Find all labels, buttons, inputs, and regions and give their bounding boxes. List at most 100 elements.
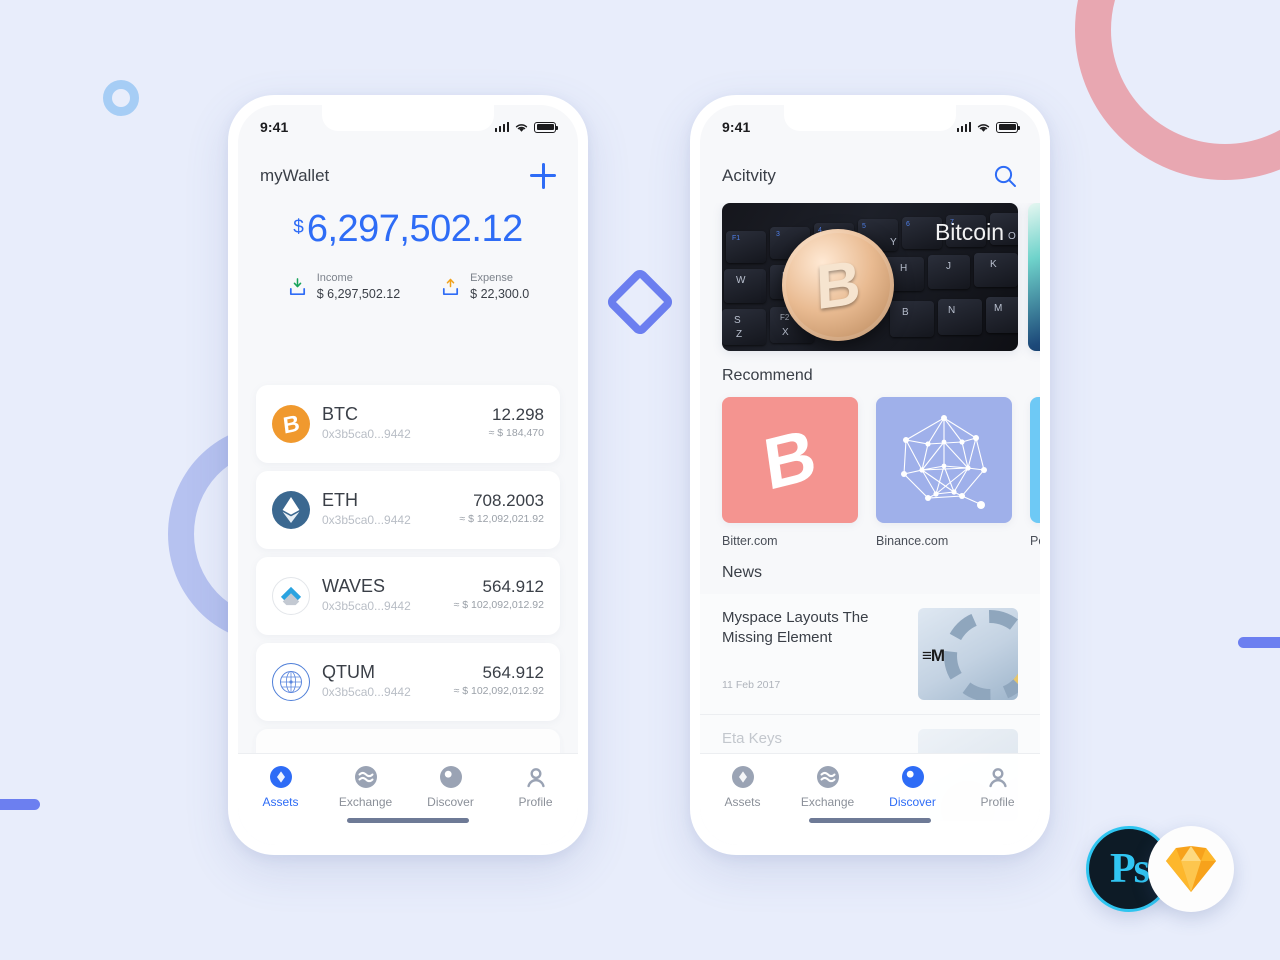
balance-amount: 6,297,502.12 xyxy=(306,208,523,250)
recommend-item-bitter[interactable]: B Bitter.com xyxy=(722,397,858,548)
recommend-label: Bitter.com xyxy=(722,534,778,548)
income-expense-row: Income $ 6,297,502.12 Expense $ 22,300.0 xyxy=(238,272,578,302)
tab-exchange[interactable]: Exchange xyxy=(323,764,408,809)
status-indicators xyxy=(494,121,558,133)
asset-meta-btc: BTC 0x3b5ca0...9442 xyxy=(322,404,489,443)
discover-compass-icon xyxy=(901,766,924,788)
diamond-assets-icon xyxy=(731,766,754,788)
profile-person-icon xyxy=(526,768,545,788)
asset-row-btc[interactable]: B BTC 0x3b5ca0...9442 12.298 ≈ $ 184,470 xyxy=(256,385,560,463)
discover-screen: 9:41 Acitvity W S F2 Z X H J K B N M Y O… xyxy=(700,105,1040,845)
recommend-label: Polon xyxy=(1030,534,1040,548)
tab-exchange[interactable]: Exchange xyxy=(785,764,870,809)
news-text: Eta Keys xyxy=(722,729,904,749)
recommend-label: Binance.com xyxy=(876,534,949,548)
wallet-header: myWallet xyxy=(238,149,578,203)
tab-profile[interactable]: Profile xyxy=(955,764,1040,809)
asset-meta-eth: ETH 0x3b5ca0...9442 xyxy=(322,490,459,529)
tab-label: Exchange xyxy=(338,795,393,809)
expense-summary: Expense $ 22,300.0 xyxy=(440,272,529,302)
tab-bar-discover: Assets Exchange Discover Profile xyxy=(700,753,1040,845)
tab-assets[interactable]: Assets xyxy=(238,764,323,809)
income-text: Income $ 6,297,502.12 xyxy=(317,272,400,302)
recommend-list: B Bitter.com Binance.com P xyxy=(700,397,1040,548)
search-icon[interactable] xyxy=(992,163,1018,189)
ethereum-coin-icon xyxy=(272,491,310,529)
income-summary: Income $ 6,297,502.12 xyxy=(287,272,400,302)
asset-address: 0x3b5ca0...9442 xyxy=(322,599,411,613)
banner-carousel[interactable]: W E S F2 Z X H J K B N M Y xyxy=(700,203,1040,351)
plus-icon[interactable] xyxy=(530,163,556,189)
recommend-item-poloniex[interactable]: Polon xyxy=(1030,397,1040,548)
asset-symbol: WAVES xyxy=(322,576,386,597)
tab-label: Exchange xyxy=(800,795,855,809)
tab-label: Profile xyxy=(980,795,1015,809)
tab-assets[interactable]: Assets xyxy=(700,764,785,809)
asset-list: B BTC 0x3b5ca0...9442 12.298 ≈ $ 184,470 xyxy=(256,385,560,815)
asset-fiat: ≈ $ 184,470 xyxy=(488,427,544,440)
currency-symbol: $ xyxy=(293,217,304,238)
income-download-icon xyxy=(289,277,305,295)
asset-row-waves[interactable]: WAVES 0x3b5ca0...9442 564.912 ≈ $ 102,09… xyxy=(256,557,560,635)
banner-caption: Bitcoin xyxy=(934,219,1004,245)
asset-meta-waves: WAVES 0x3b5ca0...9442 xyxy=(322,576,454,615)
tab-label: Profile xyxy=(518,795,553,809)
expense-label: Expense xyxy=(470,272,513,284)
network-mesh-icon xyxy=(876,397,1012,523)
tab-bar-wallet: Assets Exchange Discover Profile xyxy=(238,753,578,845)
asset-row-qtum[interactable]: QTUM 0x3b5ca0...9442 564.912 ≈ $ 102,092… xyxy=(256,643,560,721)
status-indicators xyxy=(956,121,1020,133)
expense-upload-icon xyxy=(443,278,459,295)
asset-fiat: ≈ $ 102,092,012.92 xyxy=(453,599,544,612)
tab-discover[interactable]: Discover xyxy=(870,764,955,809)
news-text: Myspace Layouts The Missing Element 11 F… xyxy=(722,608,904,691)
recommend-title: Recommend xyxy=(722,367,813,384)
banner-teal[interactable] xyxy=(1028,203,1040,351)
profile-person-icon xyxy=(988,768,1007,788)
tab-discover[interactable]: Discover xyxy=(408,764,493,809)
blue-circle-decoration xyxy=(103,80,139,116)
asset-values-waves: 564.912 ≈ $ 102,092,012.92 xyxy=(453,577,544,614)
expense-value: $ 22,300.0 xyxy=(470,286,530,301)
discover-header: Acitvity xyxy=(700,149,1040,203)
indigo-diamond-decoration xyxy=(604,266,676,338)
ibm-server-ring-photo: ≡M xyxy=(918,608,1018,700)
asset-symbol: BTC xyxy=(322,404,358,425)
battery-icon xyxy=(534,121,558,133)
home-indicator xyxy=(809,818,931,823)
status-time: 9:41 xyxy=(260,119,289,135)
exchange-waves-icon xyxy=(354,766,377,788)
status-bar-discover: 9:41 xyxy=(700,105,1040,149)
news-date: 11 Feb 2017 xyxy=(722,678,781,691)
teal-abstract-photo xyxy=(1028,203,1040,351)
asset-values-qtum: 564.912 ≈ $ 102,092,012.92 xyxy=(453,662,544,700)
exchange-waves-icon xyxy=(816,766,839,788)
asset-address: 0x3b5ca0...9442 xyxy=(322,427,411,441)
news-title: News xyxy=(722,564,763,581)
asset-meta-qtum: QTUM 0x3b5ca0...9442 xyxy=(322,662,454,701)
news-item-myspace[interactable]: Myspace Layouts The Missing Element 11 F… xyxy=(700,594,1040,715)
sketch-badge xyxy=(1148,826,1234,912)
tab-label: Discover xyxy=(427,795,474,809)
income-label: Income xyxy=(316,272,353,284)
asset-symbol: ETH xyxy=(322,490,358,511)
wifi-icon xyxy=(515,123,528,132)
news-headline: Myspace Layouts The Missing Element xyxy=(722,609,869,647)
banner-bitcoin[interactable]: W E S F2 Z X H J K B N M Y xyxy=(722,203,1018,351)
discover-compass-icon xyxy=(439,766,462,788)
tab-profile[interactable]: Profile xyxy=(493,764,578,809)
asset-row-eth[interactable]: ETH 0x3b5ca0...9442 708.2003 ≈ $ 12,092,… xyxy=(256,471,560,549)
home-indicator xyxy=(347,818,469,823)
recommend-item-binance[interactable]: Binance.com xyxy=(876,397,1012,548)
asset-values-eth: 708.2003 ≈ $ 12,092,021.92 xyxy=(459,491,544,528)
asset-amount: 564.912 xyxy=(482,662,544,682)
page-title: myWallet xyxy=(260,166,330,185)
photoshop-badge-label: Ps xyxy=(1110,846,1150,892)
ring-graphic xyxy=(944,610,1018,700)
sketch-diamond-icon xyxy=(1166,846,1216,892)
asset-fiat: ≈ $ 102,092,012.92 xyxy=(453,685,544,698)
tab-label: Assets xyxy=(262,795,299,809)
phone-mockup-wallet: 9:41 myWallet $ 6,297,502.12 Income $ 6,… xyxy=(228,95,588,855)
pink-ring-decoration xyxy=(1075,0,1280,180)
asset-values-btc: 12.298 ≈ $ 184,470 xyxy=(488,405,544,442)
